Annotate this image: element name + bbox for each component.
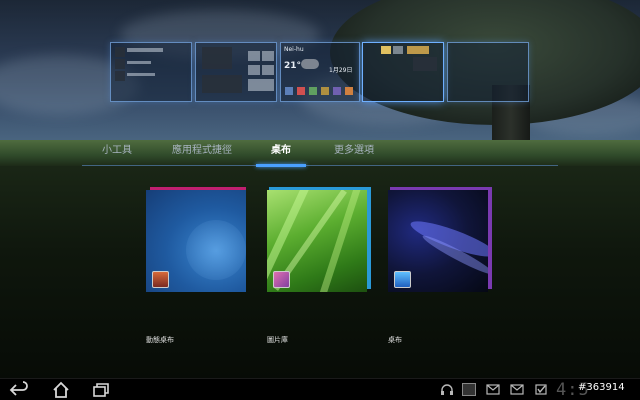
wallpapers-label: 桌布	[388, 336, 402, 344]
live-wallpaper-label: 動態桌布	[146, 336, 174, 344]
home-screen-preview-3[interactable]: Nei-hu 21° 1月29日	[280, 42, 360, 102]
tab-app-shortcuts[interactable]: 應用程式捷徑	[162, 140, 242, 166]
home-screen-preview-1[interactable]	[110, 42, 192, 102]
screenshot-icon	[462, 383, 476, 396]
recent-apps-icon[interactable]	[90, 381, 112, 399]
home-icon[interactable]	[50, 381, 72, 399]
wallpapers-icon	[394, 271, 411, 288]
tab-more[interactable]: 更多選項	[326, 140, 382, 166]
email-icon	[486, 383, 500, 396]
task-check-icon	[534, 383, 548, 396]
tab-divider	[82, 165, 558, 166]
headset-icon	[440, 383, 454, 396]
widget-date: 1月29日	[329, 67, 353, 74]
live-wallpaper-choice[interactable]	[146, 187, 248, 294]
tab-wallpapers[interactable]: 桌布	[256, 140, 306, 166]
gmail-icon	[510, 383, 524, 396]
image-watermark: #363914	[578, 382, 625, 393]
live-wallpaper-icon	[152, 271, 169, 288]
tab-widgets[interactable]: 小工具	[92, 140, 142, 166]
gallery-choice[interactable]	[267, 187, 371, 294]
weather-city: Nei-hu	[284, 46, 304, 53]
wallpapers-choice[interactable]	[388, 187, 492, 294]
home-customize-screen: Nei-hu 21° 1月29日 小工具 應用程式捷徑 桌布 更多選項 動態桌布	[0, 0, 640, 400]
weather-temperature: 21°	[284, 61, 302, 71]
tab-selected-indicator	[256, 164, 306, 167]
home-screen-preview-4[interactable]	[362, 42, 444, 102]
gallery-label: 圖片庫	[267, 336, 288, 344]
home-screen-preview-2[interactable]	[195, 42, 277, 102]
system-navigation-bar: 4:5	[0, 378, 640, 400]
home-screen-preview-5[interactable]	[447, 42, 529, 102]
customize-tab-bar: 小工具 應用程式捷徑 桌布 更多選項	[82, 140, 558, 168]
back-arrow-icon[interactable]	[8, 381, 30, 399]
gallery-icon	[273, 271, 290, 288]
